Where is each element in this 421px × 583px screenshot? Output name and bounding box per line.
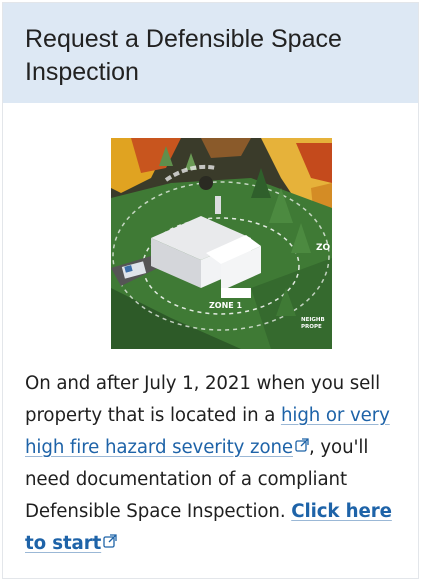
card-body-text: On and after July 1, 2021 when you sell … [25, 368, 405, 560]
card-header: Request a Defensible Space Inspection [3, 3, 418, 103]
neighbor-label-2: PROPE [301, 324, 322, 330]
inspection-card: Request a Defensible Space Inspection ZO… [2, 2, 419, 579]
card-title: Request a Defensible Space Inspection [25, 25, 342, 86]
zone1-label: ZONE 1 [209, 301, 243, 310]
zone2-label: ZO [316, 243, 331, 253]
neighbor-label-1: NEIGHB [301, 317, 325, 323]
external-link-icon [103, 534, 117, 548]
defensible-space-illustration[interactable]: ZONE 1 ZO NEIGHB PROPE [111, 138, 332, 349]
external-link-icon [295, 438, 309, 452]
